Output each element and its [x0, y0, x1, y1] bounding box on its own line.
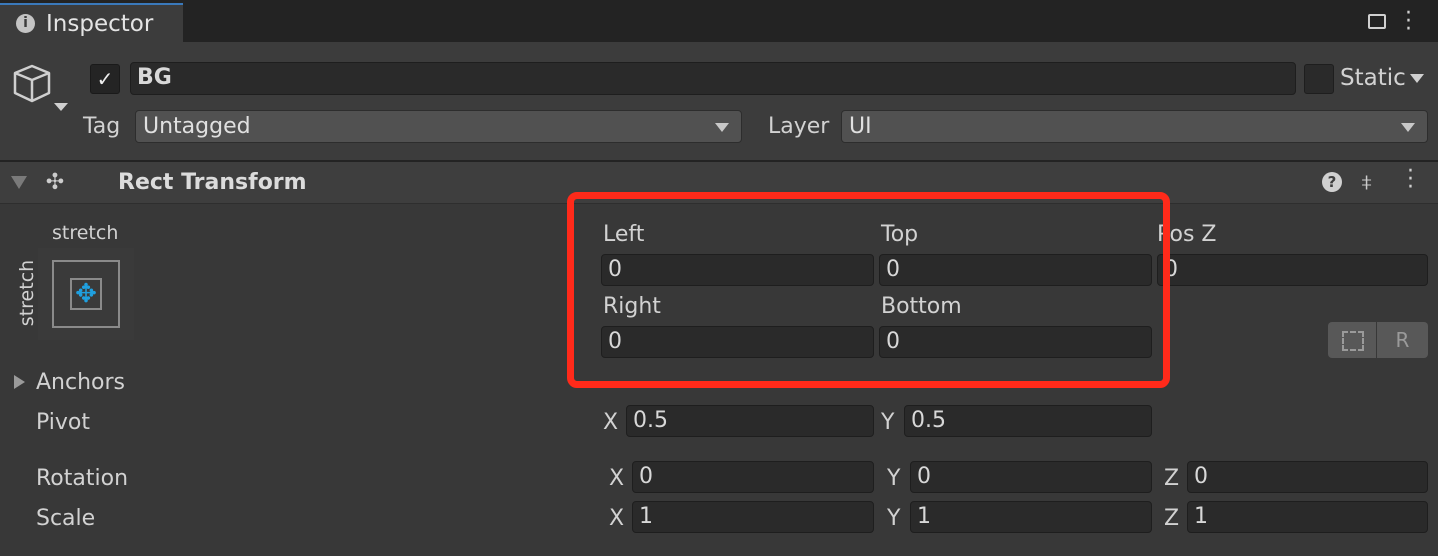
- layer-label: Layer: [768, 114, 830, 139]
- static-dropdown-arrow[interactable]: [1410, 74, 1424, 83]
- rotation-z-input[interactable]: 0: [1187, 461, 1428, 493]
- posz-input[interactable]: 0: [1157, 254, 1428, 286]
- tab-title: Inspector: [46, 11, 154, 37]
- scale-y-label: Y: [887, 506, 901, 531]
- tab-bar: [0, 0, 1438, 42]
- name-input[interactable]: BG: [130, 62, 1296, 95]
- anchor-horizontal-label: stretch: [52, 222, 119, 244]
- kebab-menu-icon[interactable]: · · ·: [1407, 161, 1414, 199]
- scale-z-label: Z: [1164, 506, 1180, 531]
- pivot-x-input[interactable]: 0.5: [626, 405, 874, 437]
- info-icon: i: [16, 14, 35, 33]
- pivot-x-label: X: [603, 410, 619, 435]
- help-icon[interactable]: ?: [1322, 172, 1342, 192]
- anchor-preset-button[interactable]: ✥: [38, 248, 134, 340]
- object-header: [0, 42, 1438, 162]
- layer-dropdown[interactable]: UI: [841, 110, 1428, 143]
- layer-value: UI: [849, 114, 872, 139]
- static-label[interactable]: Static: [1340, 65, 1406, 91]
- rotation-x-input[interactable]: 0: [632, 461, 874, 493]
- preset-icon[interactable]: ⧧: [1361, 170, 1372, 195]
- tag-value: Untagged: [143, 114, 251, 139]
- blueprint-mode-button[interactable]: [1328, 322, 1376, 358]
- rotation-x-label: X: [609, 466, 625, 491]
- scale-x-input[interactable]: 1: [632, 501, 874, 533]
- tag-label: Tag: [83, 114, 121, 139]
- blueprint-mode-icon: [1342, 331, 1364, 351]
- active-checkbox[interactable]: ✓: [90, 64, 120, 94]
- gameobject-cube-icon[interactable]: [10, 62, 70, 114]
- highlight-box: [567, 192, 1170, 388]
- rotation-y-input[interactable]: 0: [910, 461, 1152, 493]
- rotation-z-label: Z: [1164, 466, 1180, 491]
- rotation-label: Rotation: [36, 466, 129, 491]
- raw-edit-button[interactable]: R: [1377, 322, 1428, 358]
- tag-dropdown[interactable]: Untagged: [135, 110, 742, 143]
- scale-y-input[interactable]: 1: [910, 501, 1152, 533]
- anchor-vertical-label: stretch: [16, 259, 39, 327]
- lock-icon[interactable]: [1368, 14, 1386, 29]
- chevron-down-icon: [1401, 123, 1415, 132]
- anchors-foldout[interactable]: Anchors: [36, 370, 125, 396]
- kebab-menu-icon[interactable]: · · ·: [1405, 3, 1412, 41]
- scale-x-label: X: [609, 506, 625, 531]
- anchors-foldout-arrow[interactable]: [14, 375, 25, 389]
- tab-inspector[interactable]: i Inspector: [0, 3, 183, 42]
- pivot-label: Pivot: [36, 410, 91, 435]
- foldout-arrow-icon[interactable]: [11, 176, 27, 189]
- stretch-arrows-icon: ✥: [70, 278, 102, 310]
- chevron-down-icon: [715, 123, 729, 132]
- component-title: Rect Transform: [118, 170, 307, 195]
- scale-label: Scale: [36, 506, 96, 531]
- static-checkbox[interactable]: [1304, 64, 1334, 94]
- rotation-y-label: Y: [887, 466, 901, 491]
- pivot-y-input[interactable]: 0.5: [904, 405, 1152, 437]
- scale-z-input[interactable]: 1: [1187, 501, 1428, 533]
- pivot-y-label: Y: [881, 410, 895, 435]
- rect-transform-icon: ✣: [45, 170, 65, 195]
